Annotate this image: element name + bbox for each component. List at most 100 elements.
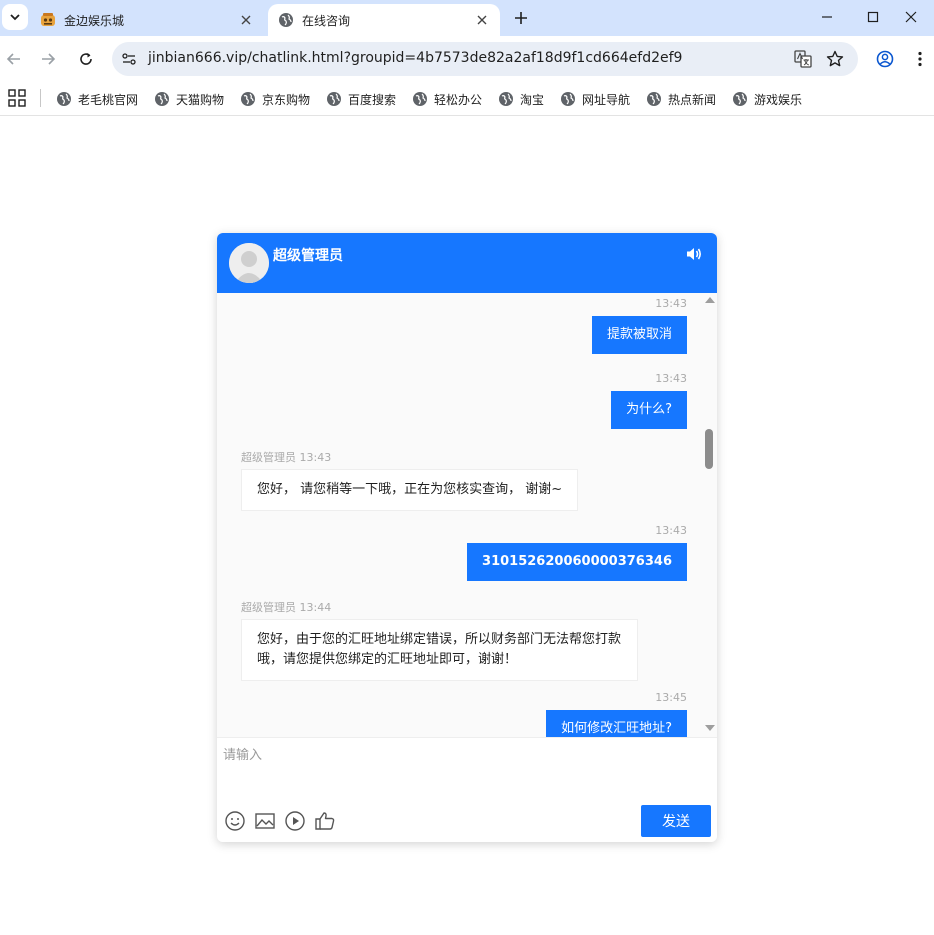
message-list[interactable]: 13:43 提款被取消 13:43 为什么? 超级管理员 13:43 您好， 请…: [217, 293, 717, 737]
avatar: [229, 243, 269, 283]
thumbs-up-icon[interactable]: [314, 810, 336, 832]
globe-icon: [647, 92, 661, 106]
translate-icon[interactable]: [792, 48, 814, 70]
globe-icon: [561, 92, 575, 106]
message-bubble: 您好，由于您的汇旺地址绑定错误，所以财务部门无法帮您打款哦，请您提供您绑定的汇旺…: [241, 619, 638, 681]
bookmark-games[interactable]: 游戏娱乐: [732, 89, 802, 109]
reload-button[interactable]: [74, 47, 98, 71]
user-avatar-icon: [229, 243, 269, 283]
message-bubble: 提款被取消: [591, 316, 687, 354]
globe-icon: [155, 92, 169, 106]
message-scrollbar[interactable]: [701, 293, 717, 737]
message-input[interactable]: [223, 744, 711, 800]
more-vertical-icon: [918, 51, 922, 67]
globe-icon: [278, 12, 294, 28]
chat-window: 超级管理员 13:43 提款被取消 13:43 为什么? 超级管理员 13:43…: [217, 233, 717, 842]
arrow-left-icon: [6, 53, 20, 65]
close-icon[interactable]: [474, 12, 490, 28]
bookmark-label: 京东购物: [262, 92, 311, 107]
bookmark-office[interactable]: 轻松办公: [412, 89, 482, 109]
bookmark-label: 热点新闻: [668, 92, 717, 107]
message-incoming: 超级管理员 13:44 您好，由于您的汇旺地址绑定错误，所以财务部门无法帮您打款…: [241, 599, 638, 681]
bookmark-label: 游戏娱乐: [754, 92, 803, 107]
plus-icon: [515, 12, 527, 24]
scroll-thumb[interactable]: [705, 429, 713, 469]
maximize-icon: [867, 11, 879, 23]
message-time: 13:43: [655, 372, 687, 385]
bookmark-jd[interactable]: 京东购物: [240, 89, 310, 109]
bookmark-baidu[interactable]: 百度搜索: [326, 89, 396, 109]
reload-icon: [80, 53, 92, 65]
speaker-icon[interactable]: [685, 245, 703, 263]
apps-grid-icon[interactable]: [8, 89, 26, 107]
message-bubble: 310152620060000376346: [467, 543, 687, 581]
message-meta: 超级管理员 13:44: [241, 599, 638, 615]
chevron-down-icon: [10, 14, 20, 21]
minimize-button[interactable]: [804, 0, 850, 34]
tab-title: 在线咨询: [302, 13, 351, 28]
tab-search-button[interactable]: [2, 4, 28, 30]
tab-online-consult[interactable]: 在线咨询: [268, 4, 500, 36]
message-incoming: 超级管理员 13:43 您好， 请您稍等一下哦，正在为您核实查询， 谢谢~: [241, 449, 579, 511]
new-tab-button[interactable]: [508, 6, 534, 30]
message-bubble: 为什么?: [611, 391, 687, 429]
bookmark-laomaotao[interactable]: 老毛桃官网: [56, 89, 138, 109]
message-outgoing: 13:43 提款被取消: [591, 297, 687, 354]
message-time: 13:45: [655, 691, 687, 704]
tab-title: 金边娱乐城: [64, 13, 125, 28]
message-sender: 超级管理员: [241, 451, 296, 464]
scroll-up-arrow-icon[interactable]: [705, 297, 715, 303]
message-time: 13:43: [655, 297, 687, 310]
message-time: 13:44: [299, 601, 332, 614]
bookmark-label: 百度搜索: [348, 92, 397, 107]
back-button[interactable]: [2, 47, 26, 71]
bookmarks-bar: 老毛桃官网 天猫购物 京东购物 百度搜索 轻松办公 淘宝 网址导航 热点新闻 游…: [0, 82, 934, 116]
emoji-icon[interactable]: [224, 810, 246, 832]
site-settings-icon[interactable]: [118, 48, 140, 70]
message-time: 13:43: [655, 524, 687, 537]
bookmark-label: 淘宝: [520, 92, 545, 107]
casino-favicon-icon: [40, 12, 56, 28]
tab-bar: 金边娱乐城 在线咨询: [0, 0, 934, 36]
chat-header: 超级管理员: [217, 233, 717, 293]
bookmark-hot-news[interactable]: 热点新闻: [646, 89, 716, 109]
globe-icon: [733, 92, 747, 106]
message-sender: 超级管理员: [241, 601, 296, 614]
video-play-icon[interactable]: [284, 810, 306, 832]
message-outgoing: 13:45 如何修改汇旺地址?: [546, 691, 687, 737]
message-bubble: 您好， 请您稍等一下哦，正在为您核实查询， 谢谢~: [241, 469, 579, 511]
send-button[interactable]: 发送: [641, 805, 711, 837]
message-outgoing: 13:43 310152620060000376346: [467, 524, 687, 581]
message-composer: 发送: [217, 737, 717, 842]
globe-icon: [327, 92, 341, 106]
bookmark-label: 网址导航: [582, 92, 631, 107]
profile-icon: [876, 50, 894, 68]
image-icon[interactable]: [254, 810, 276, 832]
url-text[interactable]: jinbian666.vip/chatlink.html?groupid=4b7…: [148, 50, 682, 66]
profile-button[interactable]: [873, 47, 897, 71]
more-menu-button[interactable]: [908, 47, 932, 71]
star-icon[interactable]: [824, 48, 846, 70]
message-time: 13:43: [299, 451, 332, 464]
message-outgoing: 13:43 为什么?: [611, 372, 687, 429]
message-meta: 超级管理员 13:43: [241, 449, 578, 465]
globe-icon: [57, 92, 71, 106]
bookmark-taobao[interactable]: 淘宝: [498, 89, 544, 109]
close-window-button[interactable]: [888, 0, 934, 34]
browser-toolbar: jinbian666.vip/chatlink.html?groupid=4b7…: [0, 36, 934, 82]
bookmark-label: 天猫购物: [176, 92, 225, 107]
bookmark-url-nav[interactable]: 网址导航: [560, 89, 630, 109]
bookmark-tmall[interactable]: 天猫购物: [154, 89, 224, 109]
bookmark-label: 老毛桃官网: [78, 92, 139, 107]
forward-button[interactable]: [36, 47, 60, 71]
scroll-down-arrow-icon[interactable]: [705, 725, 715, 731]
close-icon[interactable]: [238, 12, 254, 28]
close-icon: [905, 11, 917, 23]
globe-icon: [499, 92, 513, 106]
globe-icon: [413, 92, 427, 106]
address-bar[interactable]: jinbian666.vip/chatlink.html?groupid=4b7…: [112, 42, 858, 76]
bookmark-label: 轻松办公: [434, 92, 483, 107]
globe-icon: [241, 92, 255, 106]
tab-jinbian-casino[interactable]: 金边娱乐城: [30, 4, 264, 36]
arrow-right-icon: [42, 53, 56, 65]
